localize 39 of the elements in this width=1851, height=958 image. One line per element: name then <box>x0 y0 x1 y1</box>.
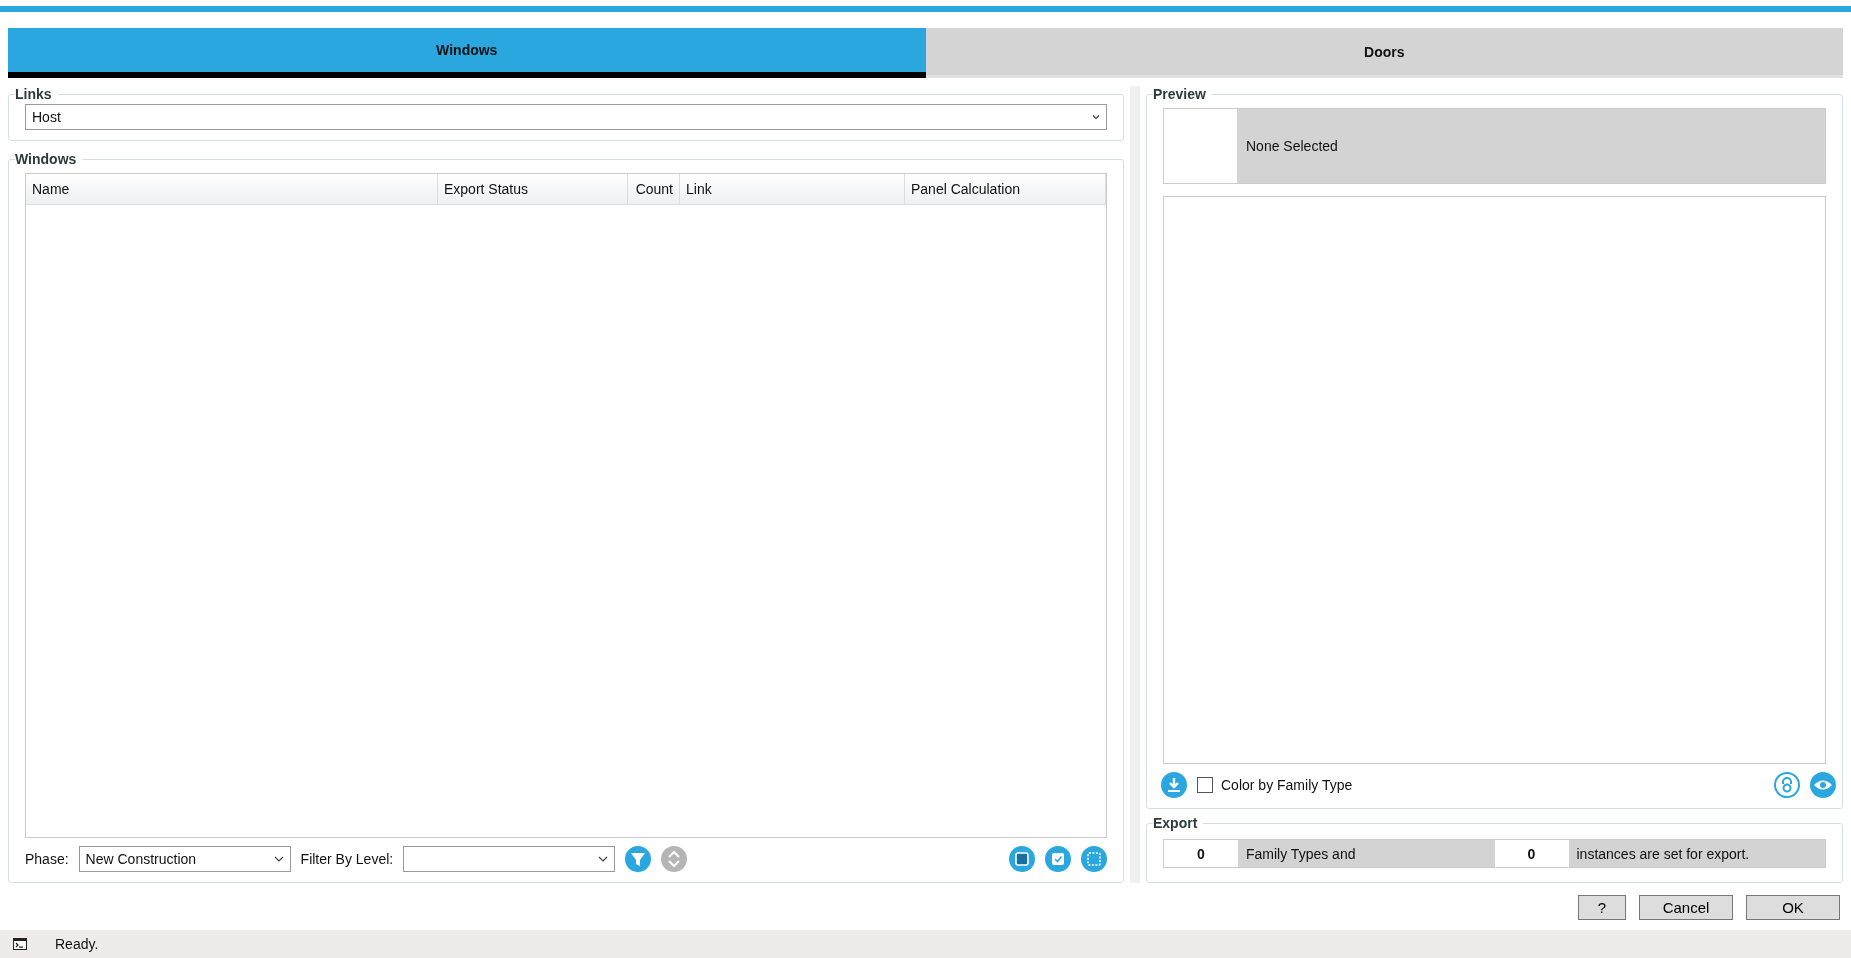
tab[interactable]: Doors <box>925 28 1843 78</box>
filter-label: Filter By Level: <box>300 851 394 867</box>
lock-icon[interactable] <box>1774 772 1800 798</box>
level-dropdown[interactable] <box>403 846 616 872</box>
phase-label: Phase: <box>25 851 69 867</box>
instances-text: instances are set for export. <box>1575 844 1751 864</box>
checked-box-icon[interactable] <box>1045 846 1071 872</box>
column-header[interactable]: Link <box>680 174 905 204</box>
download-icon[interactable] <box>1161 772 1187 798</box>
phase-dropdown[interactable]: New Construction <box>78 846 291 872</box>
status-text: Ready. <box>55 936 99 952</box>
console-icon <box>13 938 27 950</box>
chevron-icon <box>598 856 609 862</box>
chevron-icon <box>1092 114 1100 120</box>
family-types-text: Family Types and <box>1245 844 1357 864</box>
instances-count: 0 <box>1494 840 1569 867</box>
eye-icon[interactable] <box>1810 772 1836 798</box>
column-header[interactable]: Export Status <box>438 174 628 204</box>
group-title: Links <box>15 86 53 102</box>
dashed-box-icon[interactable] <box>1081 846 1107 872</box>
group-title: Preview <box>1153 86 1207 102</box>
group-title: Windows <box>15 151 78 167</box>
links-dropdown[interactable]: Host <box>25 104 1107 130</box>
selection-label: None Selected <box>1245 138 1338 154</box>
select-all-icon[interactable] <box>1009 846 1035 872</box>
column-header[interactable]: Panel Calculation <box>905 174 1106 204</box>
column-header[interactable]: Name <box>26 174 438 204</box>
family-types-count: 0 <box>1164 840 1238 867</box>
dialog-button[interactable]: Cancel <box>1639 895 1733 920</box>
filter-icon[interactable] <box>625 846 652 872</box>
chevron-icon <box>273 856 284 862</box>
sort-icon[interactable] <box>661 846 688 872</box>
dialog-button[interactable]: ? <box>1578 895 1626 920</box>
checkbox[interactable] <box>1197 777 1213 793</box>
group-title: Export <box>1153 815 1199 831</box>
dialog-button[interactable]: OK <box>1746 895 1840 920</box>
checkbox-label: Color by Family Type <box>1221 777 1353 793</box>
tab[interactable]: Windows <box>8 28 926 78</box>
column-header[interactable]: Count <box>628 174 680 204</box>
